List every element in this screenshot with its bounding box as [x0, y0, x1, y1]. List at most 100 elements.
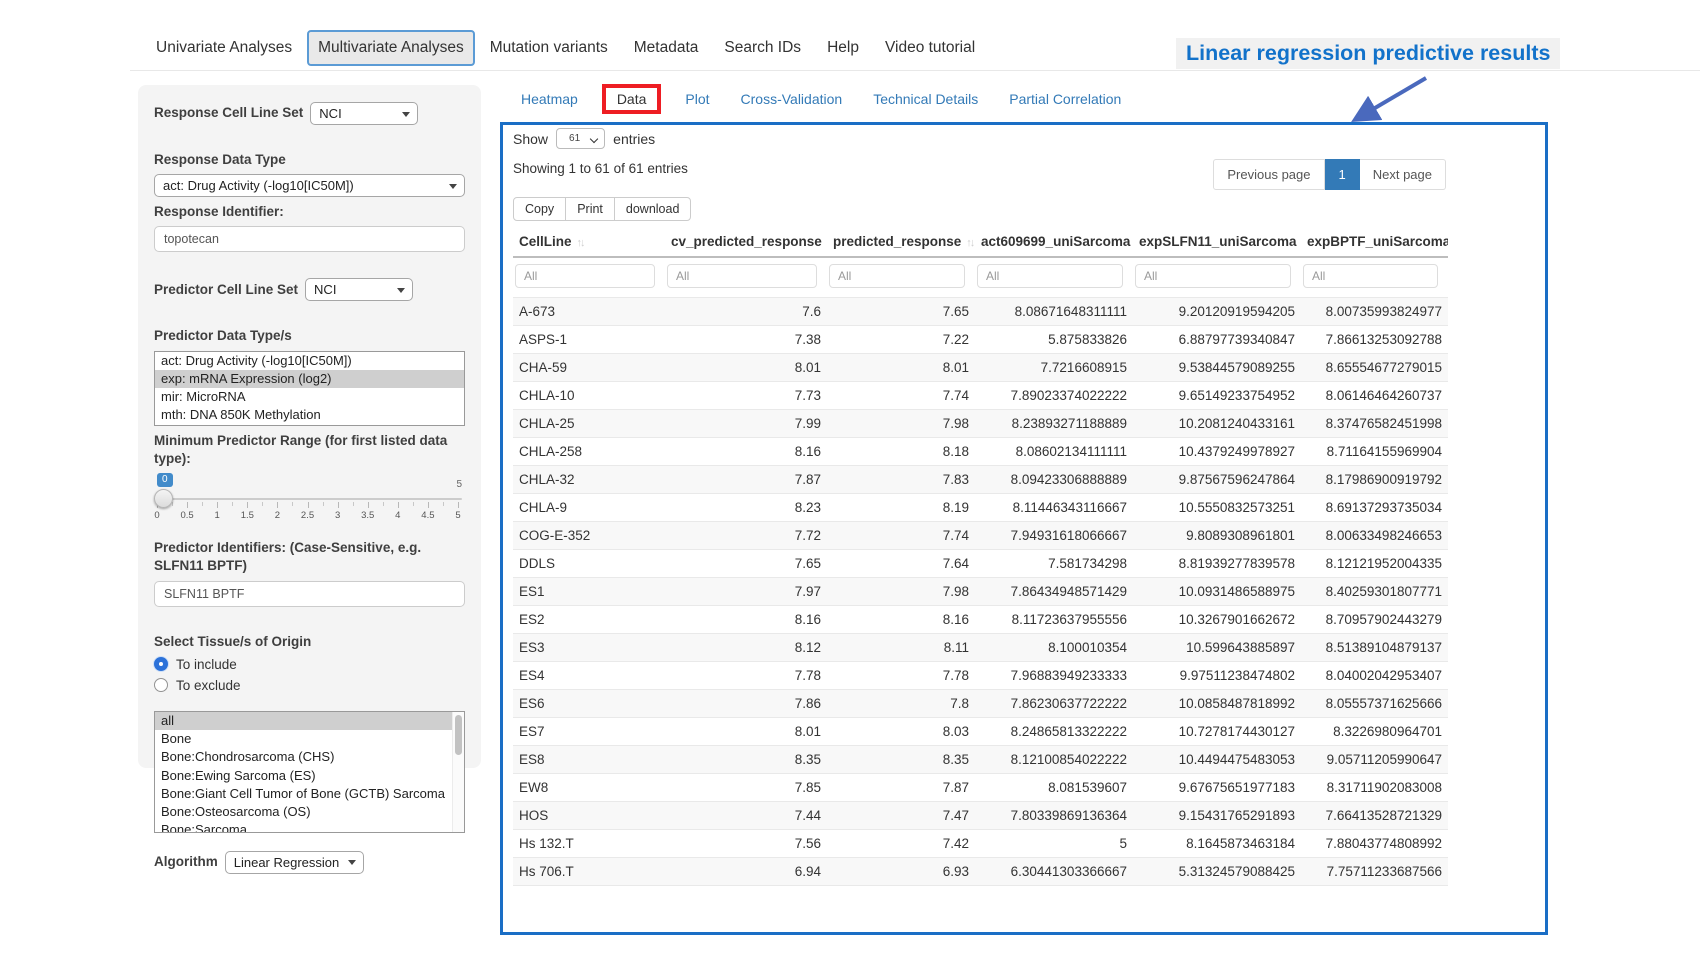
download-button[interactable]: download	[614, 197, 692, 221]
slider-tick-label: 2.5	[301, 510, 314, 521]
radio-icon[interactable]	[154, 678, 168, 692]
tab-data[interactable]: Data	[602, 84, 662, 114]
column-filter-input[interactable]	[829, 264, 965, 288]
cell-value: 8.11	[827, 634, 975, 662]
cell-value: 9.8089308961801	[1133, 522, 1301, 550]
tissue-option-all[interactable]: all	[155, 712, 464, 730]
radio-icon[interactable]	[154, 657, 168, 671]
tissue-option-bone[interactable]: Bone	[155, 730, 464, 748]
chevron-down-icon	[590, 134, 598, 142]
nav-tab-univariate-analyses[interactable]: Univariate Analyses	[145, 30, 303, 66]
tissue-option-bone-giant-cell-tumor-of-bone-gctb-sarcoma[interactable]: Bone:Giant Cell Tumor of Bone (GCTB) Sar…	[155, 785, 464, 803]
cell-value: 8.19	[827, 494, 975, 522]
radio-label: To exclude	[176, 678, 241, 693]
cell-line-name: CHLA-32	[513, 466, 665, 494]
nav-tab-help[interactable]: Help	[816, 30, 870, 66]
cell-value: 7.74	[827, 382, 975, 410]
cell-line-name: Hs 132.T	[513, 830, 665, 858]
radio-option-to-include[interactable]: To include	[154, 657, 465, 672]
predictor-cell-line-set-select[interactable]: NCI	[305, 278, 413, 301]
tab-plot[interactable]: Plot	[676, 86, 718, 112]
tab-heatmap[interactable]: Heatmap	[512, 86, 587, 112]
copy-button[interactable]: Copy	[513, 197, 566, 221]
response-cell-line-set-select[interactable]: NCI	[310, 102, 418, 125]
cell-value: 7.94931618066667	[975, 522, 1133, 550]
slider-handle[interactable]	[154, 489, 173, 508]
column-filter-input[interactable]	[977, 264, 1123, 288]
table-row: COG-E-3527.727.747.949316180666679.80893…	[513, 522, 1448, 550]
column-header-act609699-unisarcoma[interactable]: act609699_uniSarcoma↑↓	[975, 227, 1133, 257]
slider-tick-label: 4.5	[421, 510, 434, 521]
filter-cell	[513, 257, 665, 298]
column-header-cellline[interactable]: CellLine↑↓	[513, 227, 665, 257]
cell-value: 7.75711233687566	[1301, 858, 1448, 886]
chevron-down-icon	[449, 184, 457, 189]
previous-page-button[interactable]: Previous page	[1213, 159, 1324, 190]
predictor-identifiers-input[interactable]	[154, 581, 465, 607]
column-header-expslfn11-unisarcoma[interactable]: expSLFN11_uniSarcoma↑↓	[1133, 227, 1301, 257]
slider-tick	[277, 502, 278, 508]
cell-value: 8.23893271188889	[975, 410, 1133, 438]
tissue-option-bone-sarcoma[interactable]: Bone:Sarcoma	[155, 821, 464, 833]
radio-option-to-exclude[interactable]: To exclude	[154, 678, 465, 693]
cell-value: 8.12100854022222	[975, 746, 1133, 774]
tissue-option-bone-chondrosarcoma-chs[interactable]: Bone:Chondrosarcoma (CHS)	[155, 748, 464, 766]
nav-tab-metadata[interactable]: Metadata	[623, 30, 710, 66]
tissue-option-bone-ewing-sarcoma-es[interactable]: Bone:Ewing Sarcoma (ES)	[155, 767, 464, 785]
annotation-arrow-icon	[1330, 74, 1440, 128]
cell-value: 7.22	[827, 326, 975, 354]
tab-partial-correlation[interactable]: Partial Correlation	[1000, 86, 1130, 112]
cell-value: 8.69137293735034	[1301, 494, 1448, 522]
nav-tab-video-tutorial[interactable]: Video tutorial	[874, 30, 986, 66]
tab-cross-validation[interactable]: Cross-Validation	[732, 86, 852, 112]
cell-value: 8.1645873463184	[1133, 830, 1301, 858]
algorithm-select[interactable]: Linear Regression	[225, 851, 365, 874]
cell-line-name: ES7	[513, 718, 665, 746]
cell-value: 8.16	[665, 606, 827, 634]
column-header-cv-predicted-response[interactable]: cv_predicted_response↑↓	[665, 227, 827, 257]
nav-tab-search-ids[interactable]: Search IDs	[713, 30, 812, 66]
scrollbar-track[interactable]	[452, 712, 464, 832]
data-type-option-act[interactable]: act: Drug Activity (-log10[IC50M])	[155, 352, 464, 370]
table-row: ES78.018.038.2486581332222210.7278174430…	[513, 718, 1448, 746]
table-row: CHLA-327.877.838.094233068888899.8756759…	[513, 466, 1448, 494]
column-filter-input[interactable]	[515, 264, 655, 288]
sidebar: Response Cell Line Set NCI Response Data…	[138, 85, 481, 768]
slider-tick-label: 4	[395, 510, 400, 521]
column-header-expbptf-unisarcoma[interactable]: expBPTF_uniSarcoma↑↓	[1301, 227, 1448, 257]
data-type-option-mir[interactable]: mir: MicroRNA	[155, 388, 464, 406]
data-type-option-mth[interactable]: mth: DNA 850K Methylation	[155, 406, 464, 424]
response-data-type-select[interactable]: act: Drug Activity (-log10[IC50M])	[154, 174, 465, 197]
cell-value: 10.4494475483053	[1133, 746, 1301, 774]
next-page-button[interactable]: Next page	[1360, 159, 1446, 190]
pagination: Previous page 1 Next page	[1213, 159, 1446, 190]
cell-value: 8.3226980964701	[1301, 718, 1448, 746]
min-predictor-range-slider[interactable]: 0 5 00.511.522.533.544.55	[157, 473, 462, 525]
column-filter-input[interactable]	[667, 264, 817, 288]
column-filter-input[interactable]	[1303, 264, 1438, 288]
cell-value: 8.24865813322222	[975, 718, 1133, 746]
cell-value: 8.100010354	[975, 634, 1133, 662]
cell-line-name: ES8	[513, 746, 665, 774]
nav-tab-mutation-variants[interactable]: Mutation variants	[479, 30, 619, 66]
data-type-option-exp[interactable]: exp: mRNA Expression (log2)	[155, 370, 464, 388]
cell-value: 7.65	[665, 550, 827, 578]
show-entries-select[interactable]: 61	[556, 128, 605, 149]
radio-label: To include	[176, 657, 237, 672]
tab-technical-details[interactable]: Technical Details	[864, 86, 987, 112]
print-button[interactable]: Print	[565, 197, 615, 221]
nav-tab-multivariate-analyses[interactable]: Multivariate Analyses	[307, 30, 475, 66]
tissue-list[interactable]: allBoneBone:Chondrosarcoma (CHS)Bone:Ewi…	[154, 711, 465, 833]
table-row: CHLA-107.737.747.890233740222229.6514923…	[513, 382, 1448, 410]
predictor-data-type-list[interactable]: act: Drug Activity (-log10[IC50M])exp: m…	[154, 351, 465, 426]
show-entries-value: 61	[569, 133, 580, 144]
tissue-option-bone-osteosarcoma-os[interactable]: Bone:Osteosarcoma (OS)	[155, 803, 464, 821]
table-row: ES67.867.87.8623063772222210.08584878189…	[513, 690, 1448, 718]
cell-value: 8.01	[665, 718, 827, 746]
column-header-predicted-response[interactable]: predicted_response↑↓	[827, 227, 975, 257]
scrollbar-thumb[interactable]	[455, 715, 462, 755]
response-identifier-input[interactable]	[154, 226, 465, 252]
column-filter-input[interactable]	[1135, 264, 1291, 288]
page-number-button[interactable]: 1	[1325, 159, 1360, 190]
cell-value: 7.87	[827, 774, 975, 802]
